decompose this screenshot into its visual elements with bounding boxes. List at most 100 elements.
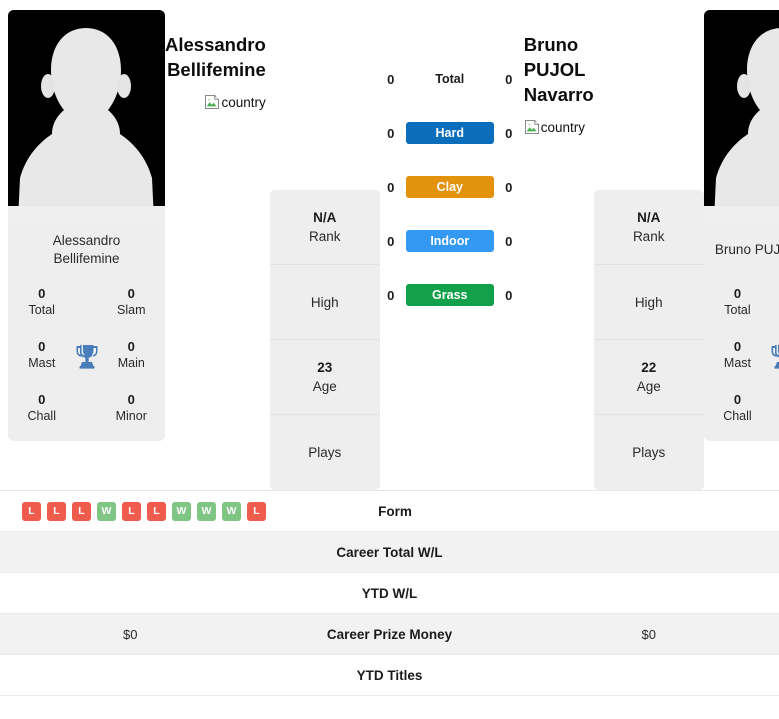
left-form-badge-4[interactable]: L	[122, 501, 141, 521]
left-info-plays: Plays	[270, 415, 380, 490]
trophy-icon	[70, 342, 104, 370]
right-player-avatar	[703, 10, 779, 220]
left-titles-total-label: Total	[28, 303, 55, 317]
table-row-ytd-titles-label: YTD Titles	[356, 667, 423, 683]
left-titles-slam-value: 0	[127, 286, 135, 301]
table-row-ytd-titles: YTD Titles	[0, 655, 779, 696]
left-surface-hard-score: 0	[387, 125, 395, 141]
left-card-name-line2: Bellifemine	[53, 251, 120, 266]
left-info-age-label: Age	[312, 378, 337, 394]
table-row-form: LLLWLLWWWL Form	[0, 491, 779, 532]
right-info-rank: N/A Rank	[593, 190, 704, 265]
left-player-titles-card: Alessandro Bellifemine 0 Total 0 Slam 0 …	[8, 220, 165, 441]
left-form-badge-0[interactable]: L	[22, 501, 41, 521]
left-form-badge-3[interactable]: W	[97, 501, 116, 521]
left-titles-grid: 0 Total 0 Slam 0 Mast 0 Main 0 Chall 0 M…	[14, 286, 159, 425]
right-surface-hard-score: 0	[505, 125, 513, 141]
left-info-age-value: 23	[317, 359, 333, 375]
right-titles-grid: 0 Total 0 Slam 0 Mast	[710, 286, 779, 425]
right-player-name: Bruno PUJOL Navarro	[524, 32, 594, 107]
left-titles-total: 0 Total	[14, 286, 70, 319]
right-info-plays-label: Plays	[632, 445, 666, 460]
surface-badge-clay: Clay	[405, 176, 494, 198]
right-titles-total: 0 Total	[710, 286, 766, 319]
right-titles-chall-value: 0	[733, 392, 742, 407]
right-surface-clay-score: 0	[505, 179, 513, 195]
left-form-badge-7[interactable]: W	[197, 501, 216, 521]
table-row-career-prize-money: $0 Career Prize Money $0	[0, 614, 779, 655]
left-form-badge-1[interactable]: L	[47, 501, 66, 521]
surface-row-grass: 0 Grass 0	[380, 284, 520, 306]
left-titles-slam: 0 Slam	[104, 286, 160, 319]
left-info-rank: N/A Rank	[269, 190, 380, 265]
right-info-age: 22 Age	[593, 340, 704, 415]
right-surface-indoor-score: 0	[505, 233, 513, 249]
right-player-column: Bruno PUJOL Navarro 0 Total 0 Slam	[703, 10, 779, 441]
surface-row-clay: 0 Clay 0	[380, 176, 520, 198]
right-titles-chall: 0 Chall	[710, 392, 766, 425]
left-info-rank-label: Rank	[309, 228, 341, 244]
table-row-ytd-wl-label: YTD W/L	[361, 585, 418, 601]
table-row-form-label: Form	[378, 503, 412, 519]
left-titles-mast: 0 Mast	[14, 339, 70, 372]
left-titles-total-value: 0	[38, 286, 46, 301]
right-surface-total-score: 0	[505, 71, 513, 87]
right-info-rank-label: Rank	[632, 228, 665, 244]
left-titles-chall-label: Chall	[27, 409, 57, 423]
player-comparison-page: Alessandro Bellifemine 0 Total 0 Slam 0 …	[0, 0, 779, 719]
right-titles-total-label: Total	[724, 303, 751, 317]
comparison-table: LLLWLLWWWL Form Career Total W/L YTD W/L…	[0, 490, 779, 696]
trophy-icon	[765, 342, 779, 370]
table-row-career-prize-money-label: Career Prize Money	[326, 626, 453, 642]
right-info-age-value: 22	[641, 359, 657, 375]
left-player-name-line2: Bellifemine	[167, 59, 266, 80]
left-titles-mast-label: Mast	[28, 356, 56, 370]
left-form-badge-8[interactable]: W	[222, 501, 241, 521]
right-info-high-label: High	[634, 294, 663, 310]
right-career-prize-money: $0	[641, 626, 656, 642]
right-player-card-name: Bruno PUJOL Navarro	[710, 232, 779, 268]
left-titles-minor-label: Minor	[115, 409, 147, 423]
left-titles-slam-label: Slam	[117, 303, 146, 317]
left-form-badge-6[interactable]: W	[172, 501, 191, 521]
left-titles-main-value: 0	[127, 339, 135, 354]
right-card-name-line1: Bruno PUJOL Navarro	[714, 242, 779, 257]
broken-image-icon	[205, 94, 220, 109]
left-career-prize-money: $0	[123, 626, 138, 642]
left-info-plays-label: Plays	[308, 445, 342, 460]
left-player-avatar	[8, 10, 165, 220]
table-row-career-total-wl: Career Total W/L	[0, 532, 779, 573]
right-player-name-line1: Bruno PUJOL	[523, 34, 586, 80]
left-form-badge-5[interactable]: L	[147, 501, 166, 521]
left-player-name-line1: Alessandro	[165, 34, 266, 55]
avatar-silhouette-icon	[8, 10, 165, 220]
left-titles-minor-value: 0	[127, 392, 135, 407]
left-info-age: 23 Age	[269, 340, 380, 415]
right-titles-chall-label: Chall	[723, 409, 752, 423]
left-info-high-label: High	[310, 294, 339, 310]
surface-badge-total: Total	[435, 72, 465, 86]
left-player-card-name: Alessandro Bellifemine	[14, 232, 159, 268]
right-titles-mast-label: Mast	[723, 356, 751, 370]
comparison-header: Alessandro Bellifemine 0 Total 0 Slam 0 …	[0, 0, 779, 490]
left-form-badge-2[interactable]: L	[72, 501, 91, 521]
left-titles-main: 0 Main	[104, 339, 160, 372]
left-titles-mast-value: 0	[38, 339, 46, 354]
right-player-flag-alt: country	[540, 119, 586, 135]
trophy-icon-glyph	[771, 344, 779, 369]
right-player-flag-row: country	[524, 119, 594, 135]
left-player-flag-alt: country	[221, 94, 266, 110]
avatar-silhouette-icon	[703, 10, 779, 220]
left-card-name-line1: Alessandro	[52, 233, 121, 248]
surface-badge-grass: Grass	[405, 284, 494, 306]
broken-image-icon	[524, 119, 540, 134]
left-player-name-block: Alessandro Bellifemine country	[165, 10, 270, 110]
left-surface-clay-score: 0	[387, 179, 395, 195]
left-titles-main-label: Main	[117, 356, 145, 370]
left-form-badge-9[interactable]: L	[247, 501, 266, 521]
right-titles-mast-value: 0	[733, 339, 742, 354]
surface-row-hard: 0 Hard 0	[380, 122, 520, 144]
right-info-rank-value: N/A	[637, 209, 661, 225]
surface-badge-hard: Hard	[405, 122, 494, 144]
surface-row-indoor: 0 Indoor 0	[380, 230, 520, 252]
